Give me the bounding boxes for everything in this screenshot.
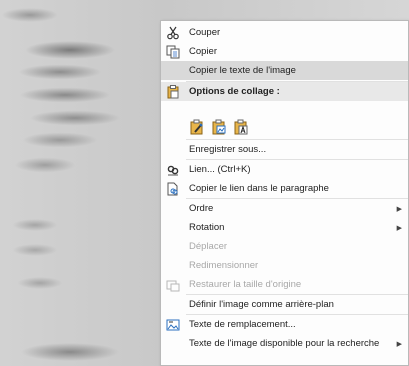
menu-item-rotation[interactable]: Rotation ▶ (161, 218, 408, 237)
menu-item-label: Redimensionner (189, 260, 259, 271)
paste-picture-icon[interactable] (211, 119, 227, 135)
menu-item-label: Définir l'image comme arrière-plan (189, 299, 334, 310)
menu-item-save-as[interactable]: Enregistrer sous... (161, 140, 408, 159)
menu-item-label: Texte de l'image disponible pour la rech… (189, 338, 380, 349)
submenu-arrow-icon: ▶ (396, 224, 402, 232)
link-paragraph-icon (165, 181, 181, 196)
scissors-icon (165, 25, 181, 40)
menu-item-cut[interactable]: Couper (161, 23, 408, 42)
paste-options-icon (165, 84, 181, 99)
paste-options-header: Options de collage : (161, 82, 408, 101)
menu-item-label: Options de collage : (189, 86, 280, 97)
menu-item-label: Enregistrer sous... (189, 144, 267, 155)
menu-item-label: Lien... (Ctrl+K) (189, 164, 251, 175)
menu-item-label: Restaurer la taille d'origine (189, 279, 302, 290)
paste-keep-formatting-icon[interactable] (189, 119, 205, 135)
menu-item-label: Copier (189, 46, 217, 57)
menu-item-order[interactable]: Ordre ▶ (161, 199, 408, 218)
menu-item-label: Couper (189, 27, 221, 38)
paste-text-only-icon[interactable] (233, 119, 249, 135)
menu-item-label: Ordre (189, 203, 214, 214)
submenu-arrow-icon: ▶ (396, 340, 402, 348)
menu-item-copy[interactable]: Copier (161, 42, 408, 61)
menu-item-label: Texte de remplacement... (189, 319, 296, 330)
menu-item-set-background[interactable]: Définir l'image comme arrière-plan (161, 295, 408, 314)
menu-item-label: Rotation (189, 222, 225, 233)
context-menu: Couper Copier Copier le texte de l'image… (160, 20, 409, 366)
alt-text-icon (165, 317, 181, 332)
copy-icon (165, 44, 181, 59)
menu-item-label: Déplacer (189, 241, 228, 252)
submenu-arrow-icon: ▶ (396, 205, 402, 213)
menu-item-resize: Redimensionner (161, 256, 408, 275)
paste-options-row (161, 117, 408, 137)
menu-item-copy-image-text[interactable]: Copier le texte de l'image (161, 61, 408, 80)
menu-item-link[interactable]: Lien... (Ctrl+K) (161, 160, 408, 179)
menu-item-copy-link-paragraph[interactable]: Copier le lien dans le paragraphe (161, 179, 408, 198)
menu-item-label: Copier le texte de l'image (189, 65, 296, 76)
restore-size-icon (165, 277, 181, 292)
link-icon (165, 162, 181, 177)
menu-item-label: Copier le lien dans le paragraphe (189, 183, 329, 194)
menu-item-move: Déplacer (161, 237, 408, 256)
menu-item-searchable-image-text[interactable]: Texte de l'image disponible pour la rech… (161, 334, 408, 353)
menu-item-restore-size: Restaurer la taille d'origine (161, 275, 408, 294)
menu-item-alt-text[interactable]: Texte de remplacement... (161, 315, 408, 334)
